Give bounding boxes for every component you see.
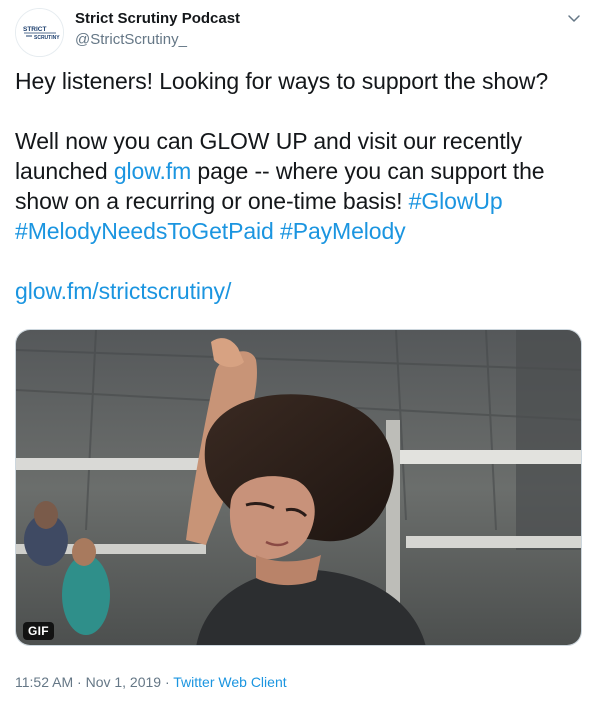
svg-text:SCRUTINY: SCRUTINY [34,35,60,41]
tweet-meta: 11:52 AM · Nov 1, 2019 · Twitter Web Cli… [15,674,287,690]
hashtag-glowup[interactable]: #GlowUp [409,188,503,214]
chevron-down-icon[interactable] [566,10,582,26]
author-handle[interactable]: @StrictScrutiny_ [75,31,187,48]
svg-text:STRICT: STRICT [23,26,47,33]
meta-separator-1: · [73,674,86,690]
avatar[interactable]: STRICT SCRUTINY [15,8,64,57]
gif-media[interactable]: GIF [15,329,582,646]
tweet-text: Hey listeners! Looking for ways to suppo… [15,66,590,306]
gif-image [16,330,581,645]
tweet-line-1: Hey listeners! Looking for ways to suppo… [15,68,549,94]
author-name[interactable]: Strict Scrutiny Podcast [75,10,240,27]
tweet-url-line: glow.fm/strictscrutiny/ [15,276,590,306]
meta-separator-2: · [161,674,174,690]
hashtag-paymelody[interactable]: #PayMelody [280,218,406,244]
glow-fm-link[interactable]: glow.fm [114,158,191,184]
tweet-client-link[interactable]: Twitter Web Client [173,674,286,690]
glow-fm-url-link[interactable]: glow.fm/strictscrutiny/ [15,278,231,304]
tweet-paragraph-2: Well now you can GLOW UP and visit our r… [15,126,590,246]
tweet-card: STRICT SCRUTINY Strict Scrutiny Podcast … [0,0,603,703]
tweet-date[interactable]: Nov 1, 2019 [86,674,162,690]
gif-badge: GIF [23,622,54,640]
podcast-logo-icon: STRICT SCRUTINY [16,9,63,56]
hashtag-melodyneedstogetpaid[interactable]: #MelodyNeedsToGetPaid [15,218,274,244]
tweet-time[interactable]: 11:52 AM [15,674,73,690]
